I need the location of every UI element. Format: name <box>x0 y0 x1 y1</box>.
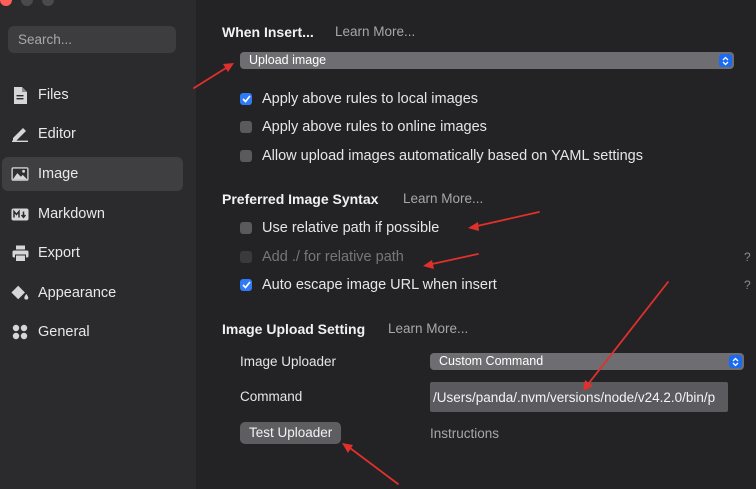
learn-more-link[interactable]: Learn More... <box>388 321 468 336</box>
sidebar-item-image[interactable]: Image <box>2 157 183 191</box>
learn-more-link[interactable]: Learn More... <box>403 191 483 206</box>
checkbox-unchecked[interactable] <box>240 222 252 234</box>
sidebar-item-label: General <box>38 324 90 340</box>
checkbox-row[interactable]: Apply above rules to online images <box>240 117 487 137</box>
sidebar-item-editor[interactable]: Editor <box>2 117 183 151</box>
minimize-window-button[interactable] <box>21 0 33 6</box>
markdown-icon <box>11 205 29 223</box>
printer-icon <box>11 244 29 262</box>
sidebar-item-export[interactable]: Export <box>2 236 183 270</box>
sidebar-item-files[interactable]: Files <box>2 78 183 112</box>
checkbox-label: Apply above rules to local images <box>262 91 479 107</box>
chevron-updown-icon <box>719 54 732 67</box>
chevron-updown-icon <box>729 355 742 368</box>
checkbox-checked[interactable] <box>240 93 252 105</box>
sidebar-item-label: Editor <box>38 126 76 142</box>
grid-icon <box>11 323 29 341</box>
window-controls <box>0 0 54 6</box>
sidebar-item-label: Image <box>38 166 79 182</box>
command-label: Command <box>240 389 303 404</box>
sidebar-item-label: Export <box>38 245 80 261</box>
paint-bucket-icon <box>11 284 29 302</box>
sidebar-item-label: Markdown <box>38 206 105 222</box>
image-uploader-label: Image Uploader <box>240 354 337 369</box>
checkbox-label: Add ./ for relative path <box>262 249 404 265</box>
checkbox-row[interactable]: Allow upload images automatically based … <box>240 146 643 166</box>
command-input[interactable] <box>430 382 728 412</box>
section-heading-upload-setting: Image Upload Setting <box>222 321 366 337</box>
learn-more-link[interactable]: Learn More... <box>335 24 415 39</box>
help-icon[interactable]: ? <box>744 278 751 292</box>
sidebar-item-label: Appearance <box>38 285 117 301</box>
checkbox-row[interactable]: Auto escape image URL when insert <box>240 275 497 295</box>
checkbox-label: Auto escape image URL when insert <box>262 277 497 293</box>
checkbox-checked[interactable] <box>240 279 252 291</box>
sidebar: Files Editor Image Markdown Export Appea… <box>0 0 196 489</box>
section-heading-when-insert: When Insert... <box>222 24 314 40</box>
image-icon <box>11 165 29 183</box>
sidebar-item-appearance[interactable]: Appearance <box>2 276 183 310</box>
checkbox-label: Use relative path if possible <box>262 220 440 236</box>
close-window-button[interactable] <box>0 0 12 6</box>
file-icon <box>11 86 29 104</box>
search-input[interactable] <box>8 26 176 53</box>
select-value: Upload image <box>249 53 327 67</box>
sidebar-item-label: Files <box>38 87 69 103</box>
checkbox-row: Add ./ for relative path <box>240 247 404 267</box>
checkbox-label: Allow upload images automatically based … <box>262 148 643 164</box>
help-icon[interactable]: ? <box>744 250 751 264</box>
test-uploader-button[interactable]: Test Uploader <box>240 422 342 444</box>
checkbox-label: Apply above rules to online images <box>262 119 487 135</box>
checkbox-row[interactable]: Use relative path if possible <box>240 218 439 238</box>
pencil-icon <box>11 125 29 143</box>
checkbox-disabled <box>240 251 252 263</box>
section-heading-image-syntax: Preferred Image Syntax <box>222 191 379 207</box>
checkbox-unchecked[interactable] <box>240 150 252 162</box>
checkbox-row[interactable]: Apply above rules to local images <box>240 89 478 109</box>
insert-action-select[interactable]: Upload image <box>240 52 734 69</box>
settings-panel: When Insert... Learn More... Upload imag… <box>196 0 756 489</box>
zoom-window-button[interactable] <box>42 0 54 6</box>
select-value: Custom Command <box>439 354 544 368</box>
sidebar-item-general[interactable]: General <box>2 315 183 349</box>
sidebar-item-markdown[interactable]: Markdown <box>2 197 183 231</box>
image-uploader-select[interactable]: Custom Command <box>430 353 744 370</box>
instructions-link[interactable]: Instructions <box>430 426 499 441</box>
checkbox-unchecked[interactable] <box>240 121 252 133</box>
